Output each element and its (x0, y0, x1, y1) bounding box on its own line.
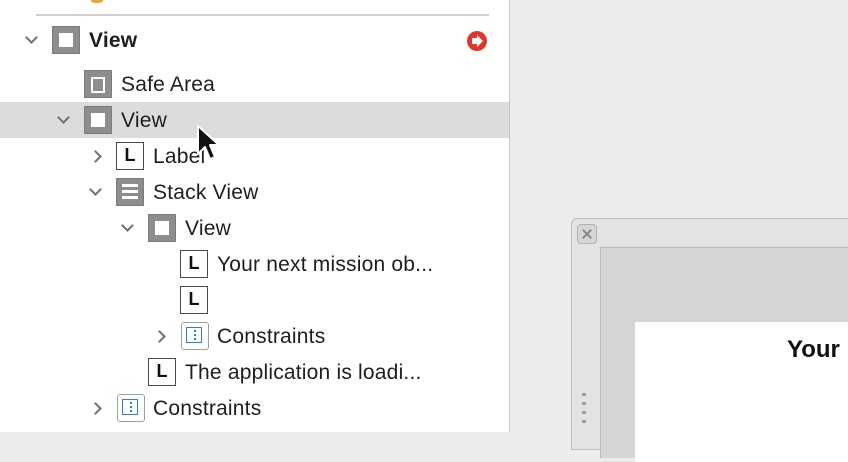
outline-row-label-mission[interactable]: Your next mission ob... (0, 246, 509, 282)
outline-row-label: Safe Area (121, 73, 216, 96)
constraints-icon (117, 394, 145, 422)
outline-row-safe-area[interactable]: Safe Area (0, 66, 509, 102)
outline-row-label: Constraints (153, 397, 262, 420)
close-icon[interactable] (577, 224, 597, 244)
label-icon (180, 286, 208, 314)
view-icon (52, 26, 80, 54)
chevron-right-icon[interactable] (152, 327, 170, 345)
document-outline-panel: View Safe Area View Label Stack View Vie… (0, 0, 510, 432)
label-icon (180, 250, 208, 278)
safe-area-icon (84, 70, 112, 98)
outline-row-label: View (185, 217, 231, 240)
scene-canvas-window[interactable]: Your (571, 218, 848, 462)
chevron-down-icon[interactable] (54, 111, 72, 129)
outline-row-label: Your next mission ob... (217, 253, 434, 276)
scene-preview-text: Your (787, 336, 840, 363)
label-icon (116, 142, 144, 170)
outline-row-stack-view[interactable]: Stack View (0, 174, 509, 210)
outline-row-constraints[interactable]: Constraints (0, 390, 509, 426)
chevron-right-icon[interactable] (88, 147, 106, 165)
resize-handle[interactable] (582, 393, 586, 429)
chevron-down-icon[interactable] (86, 183, 104, 201)
outline-row-label: The application is loadi... (185, 361, 422, 384)
outline-row-view-nested[interactable]: View (0, 210, 509, 246)
view-icon (84, 106, 112, 134)
outline-row-label-item[interactable]: Label (0, 138, 509, 174)
outline-row-constraints-nested[interactable]: Constraints (0, 318, 509, 354)
view-controller-icon (90, 0, 104, 3)
separator (36, 14, 489, 16)
scene-content-view[interactable]: Your (635, 322, 848, 462)
stack-view-icon (116, 178, 144, 206)
outline-row-label-empty[interactable] (0, 282, 509, 318)
warning-arrow-icon[interactable] (467, 31, 487, 51)
outline-row-label: View (89, 29, 138, 52)
outline-row-label: Constraints (217, 325, 326, 348)
outline-row-label-application[interactable]: The application is loadi... (0, 354, 509, 390)
outline-row-label: Stack View (153, 181, 259, 204)
constraints-icon (181, 322, 209, 350)
mouse-pointer-icon (197, 125, 220, 160)
outline-row-view-selected[interactable]: View (0, 102, 509, 138)
chevron-down-icon[interactable] (22, 31, 40, 49)
outline-row-view-root[interactable]: View (0, 22, 509, 58)
view-icon (148, 214, 176, 242)
chevron-down-icon[interactable] (118, 219, 136, 237)
scene-view[interactable]: Your (600, 247, 848, 462)
label-icon (148, 358, 176, 386)
chevron-right-icon[interactable] (88, 399, 106, 417)
outline-row-label: View (121, 109, 167, 132)
